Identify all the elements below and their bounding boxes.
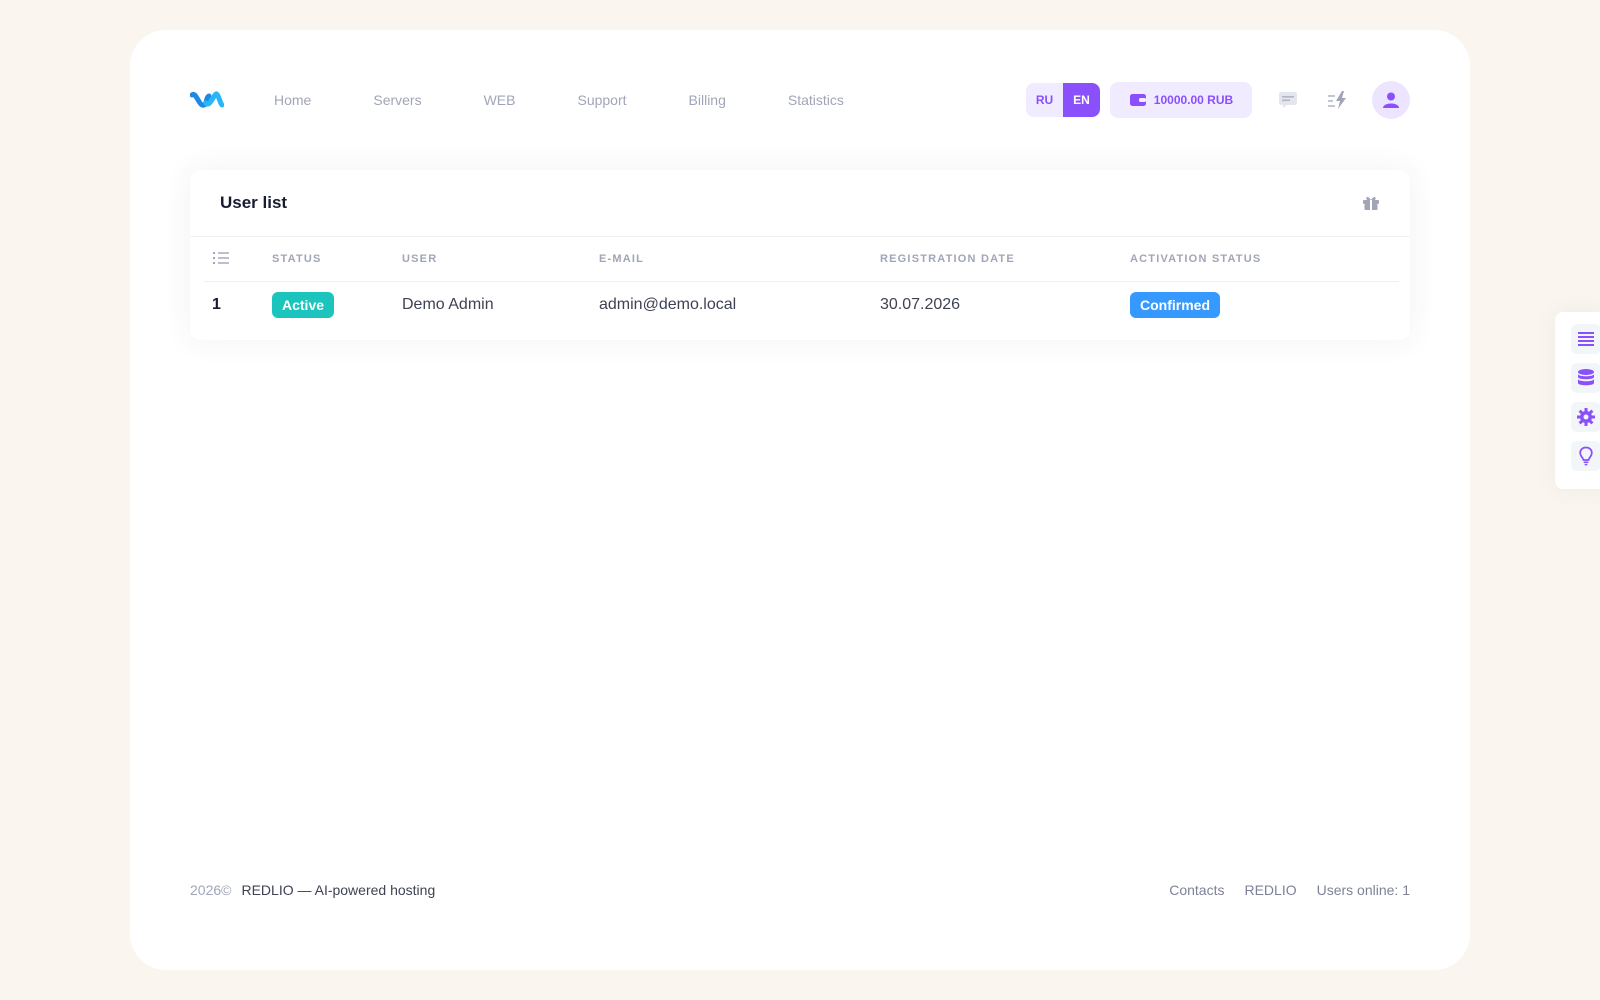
app-frame: Home Servers WEB Support Billing Statist… bbox=[130, 30, 1470, 970]
row-user[interactable]: Demo Admin bbox=[402, 281, 599, 329]
footer-users-online: Users online: 1 bbox=[1316, 882, 1410, 898]
lightbulb-icon[interactable] bbox=[1571, 441, 1600, 471]
footer-year: 2026© bbox=[190, 882, 232, 898]
wallet-icon bbox=[1129, 92, 1147, 108]
footer-link-contacts[interactable]: Contacts bbox=[1169, 882, 1224, 898]
side-toolbar bbox=[1555, 312, 1600, 489]
card-title: User list bbox=[220, 193, 288, 212]
activation-badge: Confirmed bbox=[1130, 292, 1220, 319]
row-status-cell: Active bbox=[272, 281, 402, 329]
user-avatar-icon[interactable] bbox=[1372, 81, 1410, 119]
balance-value: 10000.00 RUB bbox=[1153, 93, 1234, 107]
footer-link-redlio[interactable]: REDLIO bbox=[1244, 882, 1296, 898]
lang-ru-button[interactable]: RU bbox=[1026, 83, 1063, 117]
language-switcher: RU EN bbox=[1026, 83, 1100, 117]
top-header: Home Servers WEB Support Billing Statist… bbox=[190, 81, 1410, 119]
nav-support[interactable]: Support bbox=[577, 92, 626, 108]
footer: 2026© REDLIO — AI-powered hosting Contac… bbox=[190, 882, 1410, 898]
nav-home[interactable]: Home bbox=[274, 92, 311, 108]
list-icon[interactable] bbox=[1571, 324, 1600, 354]
column-user[interactable]: USER bbox=[402, 238, 599, 282]
gift-icon[interactable] bbox=[1362, 195, 1380, 211]
status-badge: Active bbox=[272, 292, 335, 319]
chat-icon[interactable] bbox=[1274, 86, 1302, 114]
nav-statistics[interactable]: Statistics bbox=[788, 92, 844, 108]
nav-servers[interactable]: Servers bbox=[373, 92, 421, 108]
nav-web[interactable]: WEB bbox=[484, 92, 516, 108]
lang-en-button[interactable]: EN bbox=[1063, 83, 1100, 117]
table-row[interactable]: 1 Active Demo Admin admin@demo.local 30.… bbox=[204, 281, 1399, 329]
column-registration-date[interactable]: REGISTRATION DATE bbox=[880, 238, 1130, 282]
row-email: admin@demo.local bbox=[599, 296, 737, 314]
column-status[interactable]: STATUS bbox=[272, 238, 402, 282]
row-registration-date: 30.07.2026 bbox=[880, 296, 961, 314]
column-email[interactable]: E-MAIL bbox=[599, 238, 880, 282]
row-index: 1 bbox=[212, 296, 221, 314]
settings-gear-icon[interactable] bbox=[1571, 402, 1600, 432]
footer-links: Contacts REDLIO Users online: 1 bbox=[1149, 882, 1410, 898]
user-table: STATUS USER E-MAIL REGISTRATION DATE ACT… bbox=[204, 238, 1399, 329]
user-list-card: User list STATUS USER E-MAIL REGISTRATIO… bbox=[190, 170, 1410, 340]
nav-billing[interactable]: Billing bbox=[689, 92, 726, 108]
lightning-icon[interactable] bbox=[1324, 86, 1352, 114]
footer-brand: REDLIO — AI-powered hosting bbox=[241, 882, 436, 898]
column-activation-status[interactable]: ACTIVATION STATUS bbox=[1130, 238, 1399, 282]
row-activation-cell: Confirmed bbox=[1130, 281, 1399, 329]
card-header: User list bbox=[190, 170, 1410, 237]
brand-wave-icon[interactable] bbox=[190, 88, 224, 112]
balance-button[interactable]: 10000.00 RUB bbox=[1110, 82, 1252, 118]
table-header-row: STATUS USER E-MAIL REGISTRATION DATE ACT… bbox=[204, 238, 1399, 282]
database-icon[interactable] bbox=[1571, 363, 1600, 393]
main-nav: Home Servers WEB Support Billing Statist… bbox=[274, 92, 906, 108]
numbered-list-icon bbox=[204, 238, 272, 282]
